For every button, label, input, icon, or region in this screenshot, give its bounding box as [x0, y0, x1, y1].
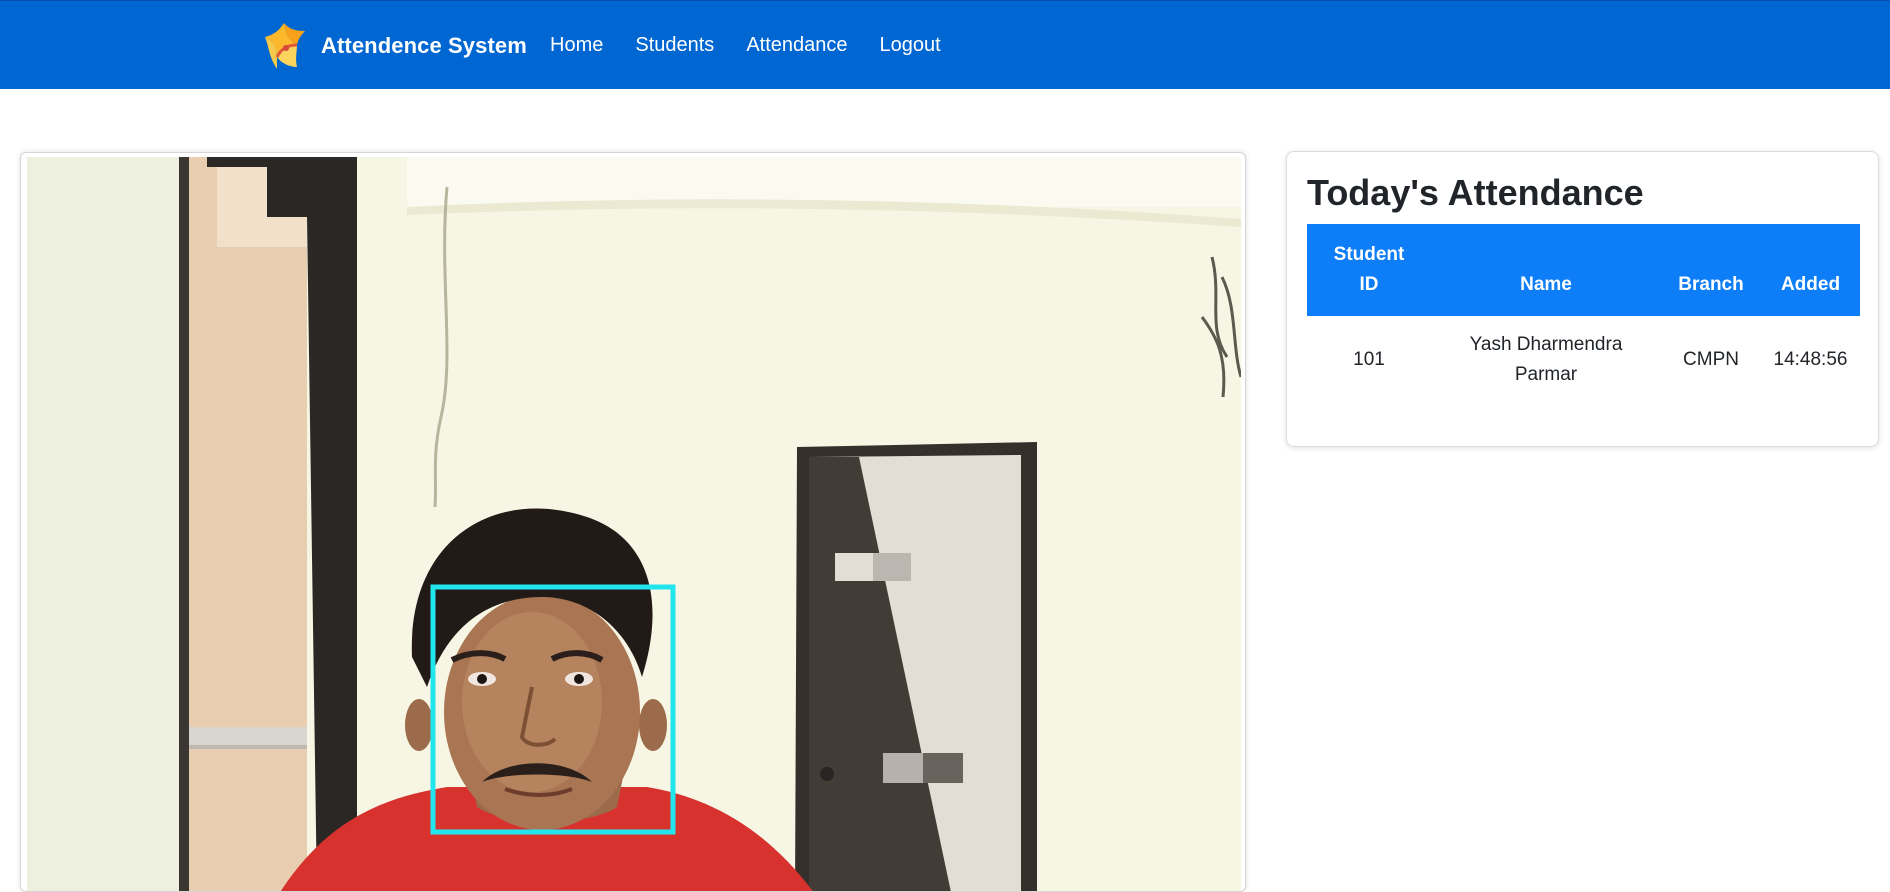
cell-name-text: Yash Dharmendra Parmar: [1469, 334, 1623, 385]
col-header-branch: Branch: [1661, 224, 1761, 316]
navbar: Attendence System Home Students Attendan…: [0, 0, 1890, 89]
feed-door-tile-2: [873, 553, 911, 581]
logo-icon: [265, 23, 305, 69]
brand-title: Attendence System: [321, 33, 527, 58]
brand[interactable]: Attendence System: [255, 17, 527, 75]
attendance-table-head: Student ID Name Branch Added: [1307, 224, 1860, 316]
feed-door-tile-4: [923, 753, 963, 783]
col-header-student-id: Student ID: [1307, 224, 1431, 316]
col-header-name: Name: [1431, 224, 1661, 316]
cell-name: Yash Dharmendra Parmar: [1431, 316, 1661, 404]
feed-door-frame-top: [207, 157, 267, 167]
camera-card: [20, 152, 1246, 892]
nav-home-link[interactable]: Home: [550, 34, 603, 57]
feed-doorway-shelf: [187, 727, 307, 745]
feed-person-ear-left: [405, 699, 433, 751]
nav-logout-link[interactable]: Logout: [880, 34, 941, 57]
feed-person-pupil-right: [574, 674, 584, 684]
feed-person-pupil-left: [477, 674, 487, 684]
camera-feed: [27, 157, 1241, 891]
nav-students-link[interactable]: Students: [635, 34, 714, 57]
table-row: 101 Yash Dharmendra Parmar CMPN 14:48:56: [1307, 316, 1860, 404]
col-header-student-id-label: Student ID: [1333, 244, 1405, 295]
attendance-table-body: 101 Yash Dharmendra Parmar CMPN 14:48:56: [1307, 316, 1860, 404]
nav-attendance-link[interactable]: Attendance: [746, 34, 847, 57]
feed-doorway-shelf-line: [187, 745, 307, 749]
attendance-header-row: Student ID Name Branch Added: [1307, 224, 1860, 316]
feed-ceiling: [407, 157, 1241, 207]
feed-door-knob: [820, 767, 834, 781]
feed-person-ear-right: [639, 699, 667, 751]
feed-door-frame-left: [179, 157, 189, 891]
cell-branch: CMPN: [1683, 349, 1739, 370]
attendance-card: Today's Attendance Student ID Name Branc…: [1286, 151, 1879, 447]
col-header-added: Added: [1761, 224, 1860, 316]
feed-left-wall: [27, 157, 187, 891]
cell-added: 14:48:56: [1773, 349, 1848, 370]
cell-student-id: 101: [1353, 349, 1385, 370]
feed-doorway-inner: [187, 157, 307, 891]
feed-door-tile-3: [883, 753, 923, 783]
nav-links: Home Students Attendance Logout: [550, 34, 973, 57]
feed-door-tile-1: [835, 553, 873, 581]
attendance-table: Student ID Name Branch Added 101 Yash Dh…: [1307, 224, 1860, 404]
attendance-title: Today's Attendance: [1307, 172, 1644, 213]
